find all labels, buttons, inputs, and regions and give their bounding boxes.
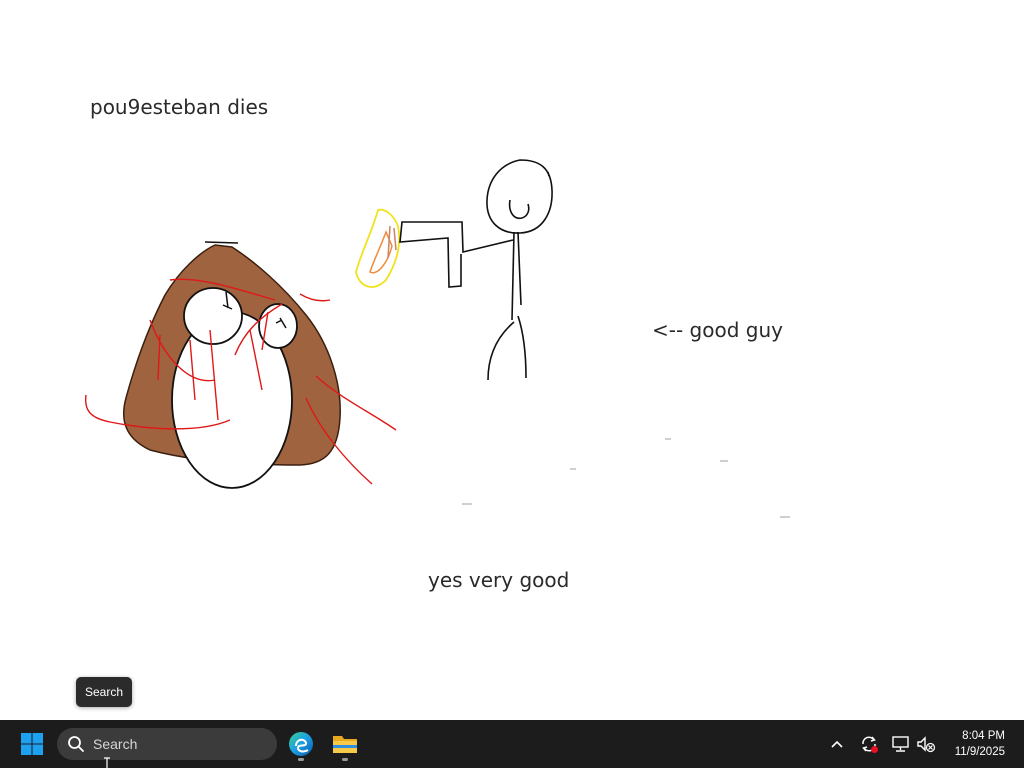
edge-taskbar-button[interactable] [283,726,319,762]
clock-date: 11/9/2025 [954,746,1005,758]
windows-logo-icon [21,733,43,755]
taskbar-search-box[interactable]: Search [57,728,277,773]
sync-alert-icon [862,736,878,753]
paint-canvas: pou9esteban dies <-- good guy yes very g… [0,0,1024,720]
network-icon [892,736,909,752]
sync-status-button[interactable] [857,732,881,756]
blob-creature [122,241,341,489]
start-button[interactable] [14,728,50,760]
edge-icon [289,732,313,756]
search-tooltip: Search [76,677,133,707]
good-guy-label: <-- good guy [652,318,783,342]
show-hidden-icons-button[interactable] [825,732,849,756]
flame [355,208,401,288]
system-clock[interactable]: 8:04 PM 11/9/2025 [955,728,1005,760]
text-cursor-icon [104,757,110,773]
clock-time: 8:04 PM [962,730,1005,742]
drawing-title-text: pou9esteban dies [90,95,269,119]
bottom-caption: yes very good [428,568,570,592]
taskbar: Search 8:04 PM 11/9/2025 [0,720,1024,773]
search-icon [68,736,84,752]
file-explorer-taskbar-button[interactable] [327,726,363,762]
search-placeholder: Search [93,736,138,752]
volume-muted-icon [917,736,936,753]
network-button[interactable] [889,732,913,756]
explorer-running-indicator [342,758,348,761]
chevron-up-icon [831,740,843,748]
volume-button[interactable] [914,732,938,756]
stick-figure [399,159,553,381]
faint-specks [462,438,790,518]
folder-icon [333,736,357,753]
edge-running-indicator [298,758,304,761]
